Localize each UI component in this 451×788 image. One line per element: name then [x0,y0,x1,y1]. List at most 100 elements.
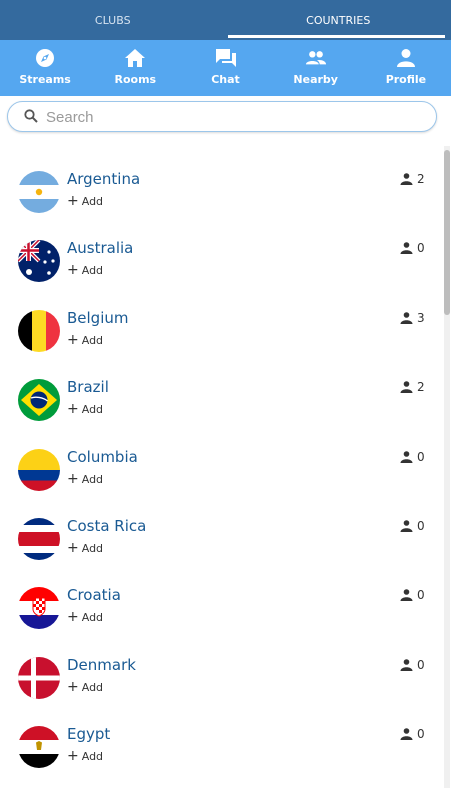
tab-countries-label: COUNTRIES [306,13,371,27]
list-item[interactable]: Belgium + Add 3 [0,285,440,354]
add-button[interactable]: + Add [67,262,104,279]
plus-icon: + [67,539,79,556]
member-count: 0 [400,588,425,602]
egypt-flag-icon [18,726,60,769]
add-label: Add [81,195,104,208]
plus-icon: + [67,262,79,279]
list-item[interactable]: Egypt + Add 0 [0,701,440,770]
add-button[interactable]: + Add [67,748,104,765]
plus-icon: + [67,193,79,209]
add-button[interactable]: + Add [67,470,104,487]
add-label: Add [81,333,104,347]
member-count: 0 [400,519,425,533]
country-name[interactable]: Brazil [67,378,109,396]
nav-nearby[interactable]: Nearby [271,40,361,96]
plus-icon: + [67,470,79,487]
add-label: Add [81,680,104,694]
member-count-value: 3 [417,310,425,325]
nav-profile-label: Profile [385,73,427,86]
country-name[interactable]: Denmark [67,656,136,674]
add-label: Add [81,264,104,278]
member-count: 0 [400,450,425,464]
member-count: 3 [400,311,425,325]
plus-icon: + [67,748,79,765]
member-count-value: 0 [417,657,425,672]
person-icon [400,520,413,532]
member-count: 2 [400,380,425,394]
australia-flag-icon [18,240,60,283]
nav-profile[interactable]: Profile [361,40,451,96]
search-box [7,101,437,132]
country-name[interactable]: Argentina [67,170,140,188]
add-button[interactable]: + Add [67,331,104,348]
main-nav: Streams Rooms Chat Nearby Profile [0,40,451,96]
add-button[interactable]: + Add [67,678,104,695]
list-item[interactable]: Brazil + Add 2 [0,354,440,423]
member-count-value: 0 [417,241,425,256]
list-item[interactable]: Columbia + Add 0 [0,424,440,493]
person-icon [400,311,413,324]
nav-chat-label: Chat [211,73,240,86]
member-count: 0 [400,658,425,672]
add-label: Add [81,472,104,486]
country-name[interactable]: Costa Rica [67,517,146,535]
list-item[interactable]: Argentina + Add 2 [0,146,440,215]
list-item[interactable]: Croatia + Add 0 [0,562,440,631]
person-icon [400,381,413,394]
add-button[interactable]: + Add [67,401,104,418]
top-tab-bar: CLUBS COUNTRIES [0,0,451,40]
member-count: 2 [400,172,425,186]
add-label: Add [81,541,104,555]
add-button[interactable]: + Add [67,539,104,556]
member-count-value: 2 [417,172,425,186]
plus-icon: + [67,401,79,418]
plus-icon: + [67,678,79,695]
add-button[interactable]: + Add [67,609,103,626]
member-count: 0 [400,241,425,255]
list-item[interactable]: Australia + Add 0 [0,215,440,284]
member-count-value: 0 [417,588,425,603]
brazil-flag-icon [18,379,60,422]
country-name[interactable]: Australia [67,239,133,257]
argentina-flag-icon [18,171,60,213]
list-item[interactable]: Denmark + Add 0 [0,632,440,701]
nav-streams[interactable]: Streams [0,40,90,96]
person-icon [400,589,413,602]
list-item[interactable]: Costa Rica + Add 0 [0,493,440,562]
country-name[interactable]: Croatia [67,586,121,604]
add-label: Add [81,403,104,417]
add-button[interactable]: + Add [67,193,104,209]
search-icon [24,109,38,123]
user-icon [395,47,417,69]
member-count-value: 0 [417,727,425,742]
scrollbar-thumb[interactable] [444,150,450,315]
denmark-flag-icon [18,656,60,699]
tab-countries[interactable]: COUNTRIES [226,0,451,40]
colombia-flag-icon [18,448,60,491]
country-name[interactable]: Egypt [67,725,110,743]
person-icon [400,450,413,463]
plus-icon: + [67,331,79,348]
croatia-flag-icon [18,587,60,630]
member-count-value: 2 [417,380,425,395]
country-list: Argentina + Add 2 Australia + Add 0 Belg… [0,146,440,771]
costa-rica-flag-icon [18,517,60,560]
member-count-value: 0 [417,518,425,533]
people-icon [305,47,327,69]
country-name[interactable]: Belgium [67,309,129,327]
person-icon [400,242,413,255]
nav-chat[interactable]: Chat [180,40,270,96]
person-icon [400,173,413,185]
plus-icon: + [67,609,79,626]
person-icon [400,728,413,741]
tab-clubs[interactable]: CLUBS [0,0,226,40]
member-count: 0 [400,727,425,741]
member-count-value: 0 [417,449,425,464]
add-label: Add [81,750,104,764]
compass-icon [34,47,56,69]
nav-rooms-label: Rooms [114,73,157,86]
tab-clubs-label: CLUBS [94,13,131,27]
nav-rooms[interactable]: Rooms [90,40,180,96]
country-name[interactable]: Columbia [67,448,138,466]
search-input[interactable] [44,105,428,129]
